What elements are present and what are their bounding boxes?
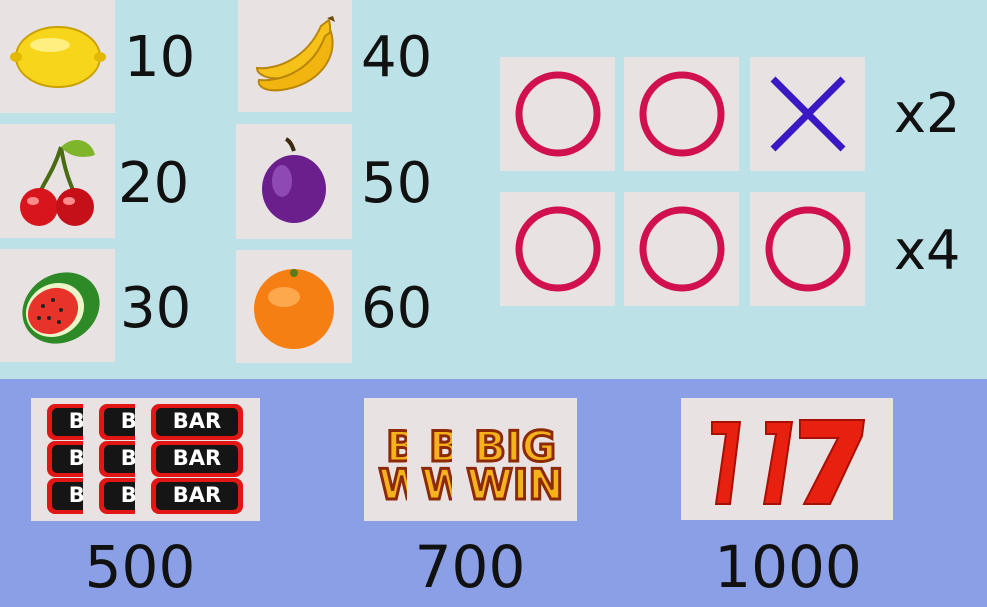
orange-icon bbox=[254, 268, 334, 349]
mark-cell bbox=[750, 192, 865, 306]
bar-icon: BAR BAR BAR bbox=[135, 398, 260, 521]
bar-tile: BAR BAR BAR bbox=[83, 398, 135, 521]
mark-cell bbox=[500, 57, 615, 171]
mark-cell bbox=[624, 192, 739, 306]
circle-mark-icon bbox=[515, 71, 600, 157]
multiplier-label: x2 bbox=[894, 82, 961, 145]
lemon-payout: 10 bbox=[124, 25, 196, 90]
plum-icon bbox=[262, 136, 326, 223]
orange-tile bbox=[236, 250, 352, 363]
banana-icon bbox=[255, 16, 335, 92]
orange-payout: 60 bbox=[361, 276, 433, 341]
watermelon-payout: 30 bbox=[120, 276, 192, 341]
cherry-icon bbox=[19, 140, 95, 226]
cherry-tile bbox=[0, 124, 115, 238]
circle-mark-icon bbox=[639, 71, 724, 157]
mark-cell bbox=[500, 192, 615, 306]
watermelon-icon bbox=[21, 271, 100, 344]
bar-payout: 500 bbox=[84, 533, 196, 601]
big-win-tile: BIG WIN bbox=[364, 398, 407, 521]
lemon-tile bbox=[0, 0, 115, 113]
plum-tile bbox=[236, 124, 352, 239]
seven-icon bbox=[711, 419, 866, 505]
plum-payout: 50 bbox=[361, 151, 433, 216]
big-win-payout: 700 bbox=[414, 533, 526, 601]
circle-mark-icon bbox=[515, 206, 600, 292]
circle-mark-icon bbox=[765, 206, 850, 292]
big-win-tile: BIG WIN bbox=[407, 398, 452, 521]
mark-cell bbox=[750, 57, 865, 171]
seven-payout: 1000 bbox=[714, 533, 862, 601]
banana-tile bbox=[238, 0, 352, 112]
lemon-icon bbox=[9, 25, 106, 88]
bar-tile: BAR BAR BAR bbox=[31, 398, 83, 521]
watermelon-tile bbox=[0, 249, 115, 362]
multiplier-label: x4 bbox=[894, 219, 961, 282]
cross-mark-icon bbox=[770, 76, 845, 152]
mark-cell bbox=[624, 57, 739, 171]
big-win-icon: BIG WIN bbox=[452, 398, 577, 521]
cherry-payout: 20 bbox=[118, 151, 190, 216]
seven-tile bbox=[681, 398, 893, 520]
circle-mark-icon bbox=[639, 206, 724, 292]
banana-payout: 40 bbox=[361, 25, 433, 90]
